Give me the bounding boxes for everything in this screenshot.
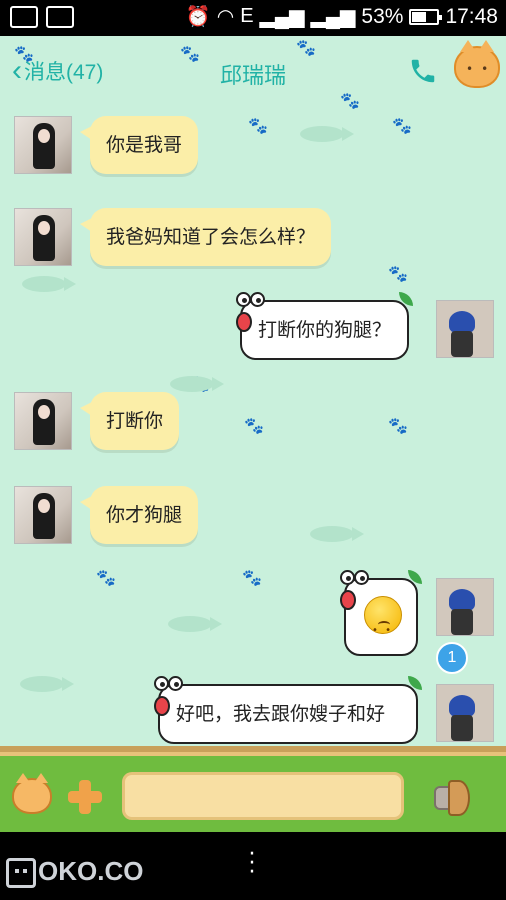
watermark: OKO.CO <box>6 856 144 889</box>
paw-print-icon: 🐾 <box>242 568 262 587</box>
bubble-eyes-decoration <box>340 570 372 592</box>
contact-avatar[interactable] <box>14 392 72 450</box>
contact-avatar[interactable] <box>14 116 72 174</box>
outgoing-emoji-message[interactable] <box>340 570 422 659</box>
fish-decoration <box>170 376 224 392</box>
profile-cat-icon[interactable]: •• <box>454 40 500 88</box>
my-avatar[interactable] <box>436 684 494 742</box>
sad-face-emoji <box>364 596 402 659</box>
paw-print-icon: 🐾 <box>248 116 268 135</box>
paw-print-icon: 🐾 <box>244 416 264 435</box>
message-text: 好吧，我去跟你嫂子和好 <box>176 703 386 725</box>
status-bar: ⏰ ◠ E ▂▄▆ ▂▄▆ 53% 17:48 <box>0 0 506 36</box>
chat-area[interactable]: 🐾 🐾 🐾 🐾 🐾 🐾 🐾 🐾 🐾 🐾 🐾 🐾 ‹ 消息(47) 邱瑞瑞 •• … <box>0 36 506 746</box>
message-text: 打断你的狗腿？ <box>258 319 392 341</box>
clock-time: 17:48 <box>445 4 498 28</box>
battery-percent: 53% <box>361 4 404 28</box>
incoming-message[interactable]: 我爸妈知道了会怎么样？ <box>79 208 332 266</box>
fish-decoration <box>22 276 76 292</box>
bubble-nose-decoration <box>154 696 170 716</box>
bubble-nose-decoration <box>340 590 356 610</box>
plus-button[interactable] <box>68 780 102 814</box>
watermark-logo-icon <box>6 858 36 889</box>
fish-decoration <box>300 126 354 142</box>
watermark-text: OKO.CO <box>38 856 144 886</box>
image-notification-icon <box>46 6 74 28</box>
my-avatar[interactable] <box>436 578 494 636</box>
contact-avatar[interactable] <box>14 208 72 266</box>
paw-print-icon: 🐾 <box>388 416 408 435</box>
bubble-eyes-decoration <box>154 676 186 698</box>
voice-horn-button[interactable] <box>430 776 470 816</box>
signal-icon: ▂▄▆ <box>259 6 305 28</box>
chat-header: ‹ 消息(47) 邱瑞瑞 •• <box>0 36 506 106</box>
message-input[interactable] <box>122 772 404 820</box>
signal-icon-2: ▂▄▆ <box>310 6 356 28</box>
fish-decoration <box>20 676 74 692</box>
battery-icon <box>409 8 443 25</box>
fish-decoration <box>168 616 222 632</box>
paw-print-icon: 🐾 <box>96 568 116 587</box>
outgoing-message[interactable]: 打断你的狗腿？ <box>236 292 414 360</box>
bubble-nose-decoration <box>236 312 252 332</box>
network-type-icon: E <box>240 5 254 27</box>
cat-emoji-button[interactable] <box>12 773 52 814</box>
incoming-message[interactable]: 你才狗腿 <box>79 486 199 544</box>
outgoing-message[interactable]: 好吧，我去跟你嫂子和好 <box>154 676 422 744</box>
unread-count-badge[interactable]: 1 <box>436 642 468 674</box>
system-nav-bar: OKO.CO · · · <box>0 832 506 900</box>
paw-print-icon: 🐾 <box>392 116 412 135</box>
fish-decoration <box>310 526 364 542</box>
incoming-message[interactable]: 打断你 <box>79 392 180 450</box>
phone-icon[interactable] <box>408 56 438 86</box>
leaf-decoration <box>399 292 414 306</box>
contact-avatar[interactable] <box>14 486 72 544</box>
wifi-icon: ◠ <box>216 6 235 28</box>
alarm-clock-icon: ⏰ <box>185 6 211 28</box>
incoming-message[interactable]: 你是我哥 <box>79 116 199 174</box>
bubble-eyes-decoration <box>236 292 268 314</box>
paw-print-icon: 🐾 <box>388 264 408 283</box>
leaf-decoration <box>408 676 422 690</box>
leaf-decoration <box>408 570 422 584</box>
screen-mirror-icon <box>10 6 38 28</box>
my-avatar[interactable] <box>436 300 494 358</box>
input-bar <box>0 746 506 832</box>
overflow-menu-icon[interactable]: · · · <box>244 844 260 884</box>
